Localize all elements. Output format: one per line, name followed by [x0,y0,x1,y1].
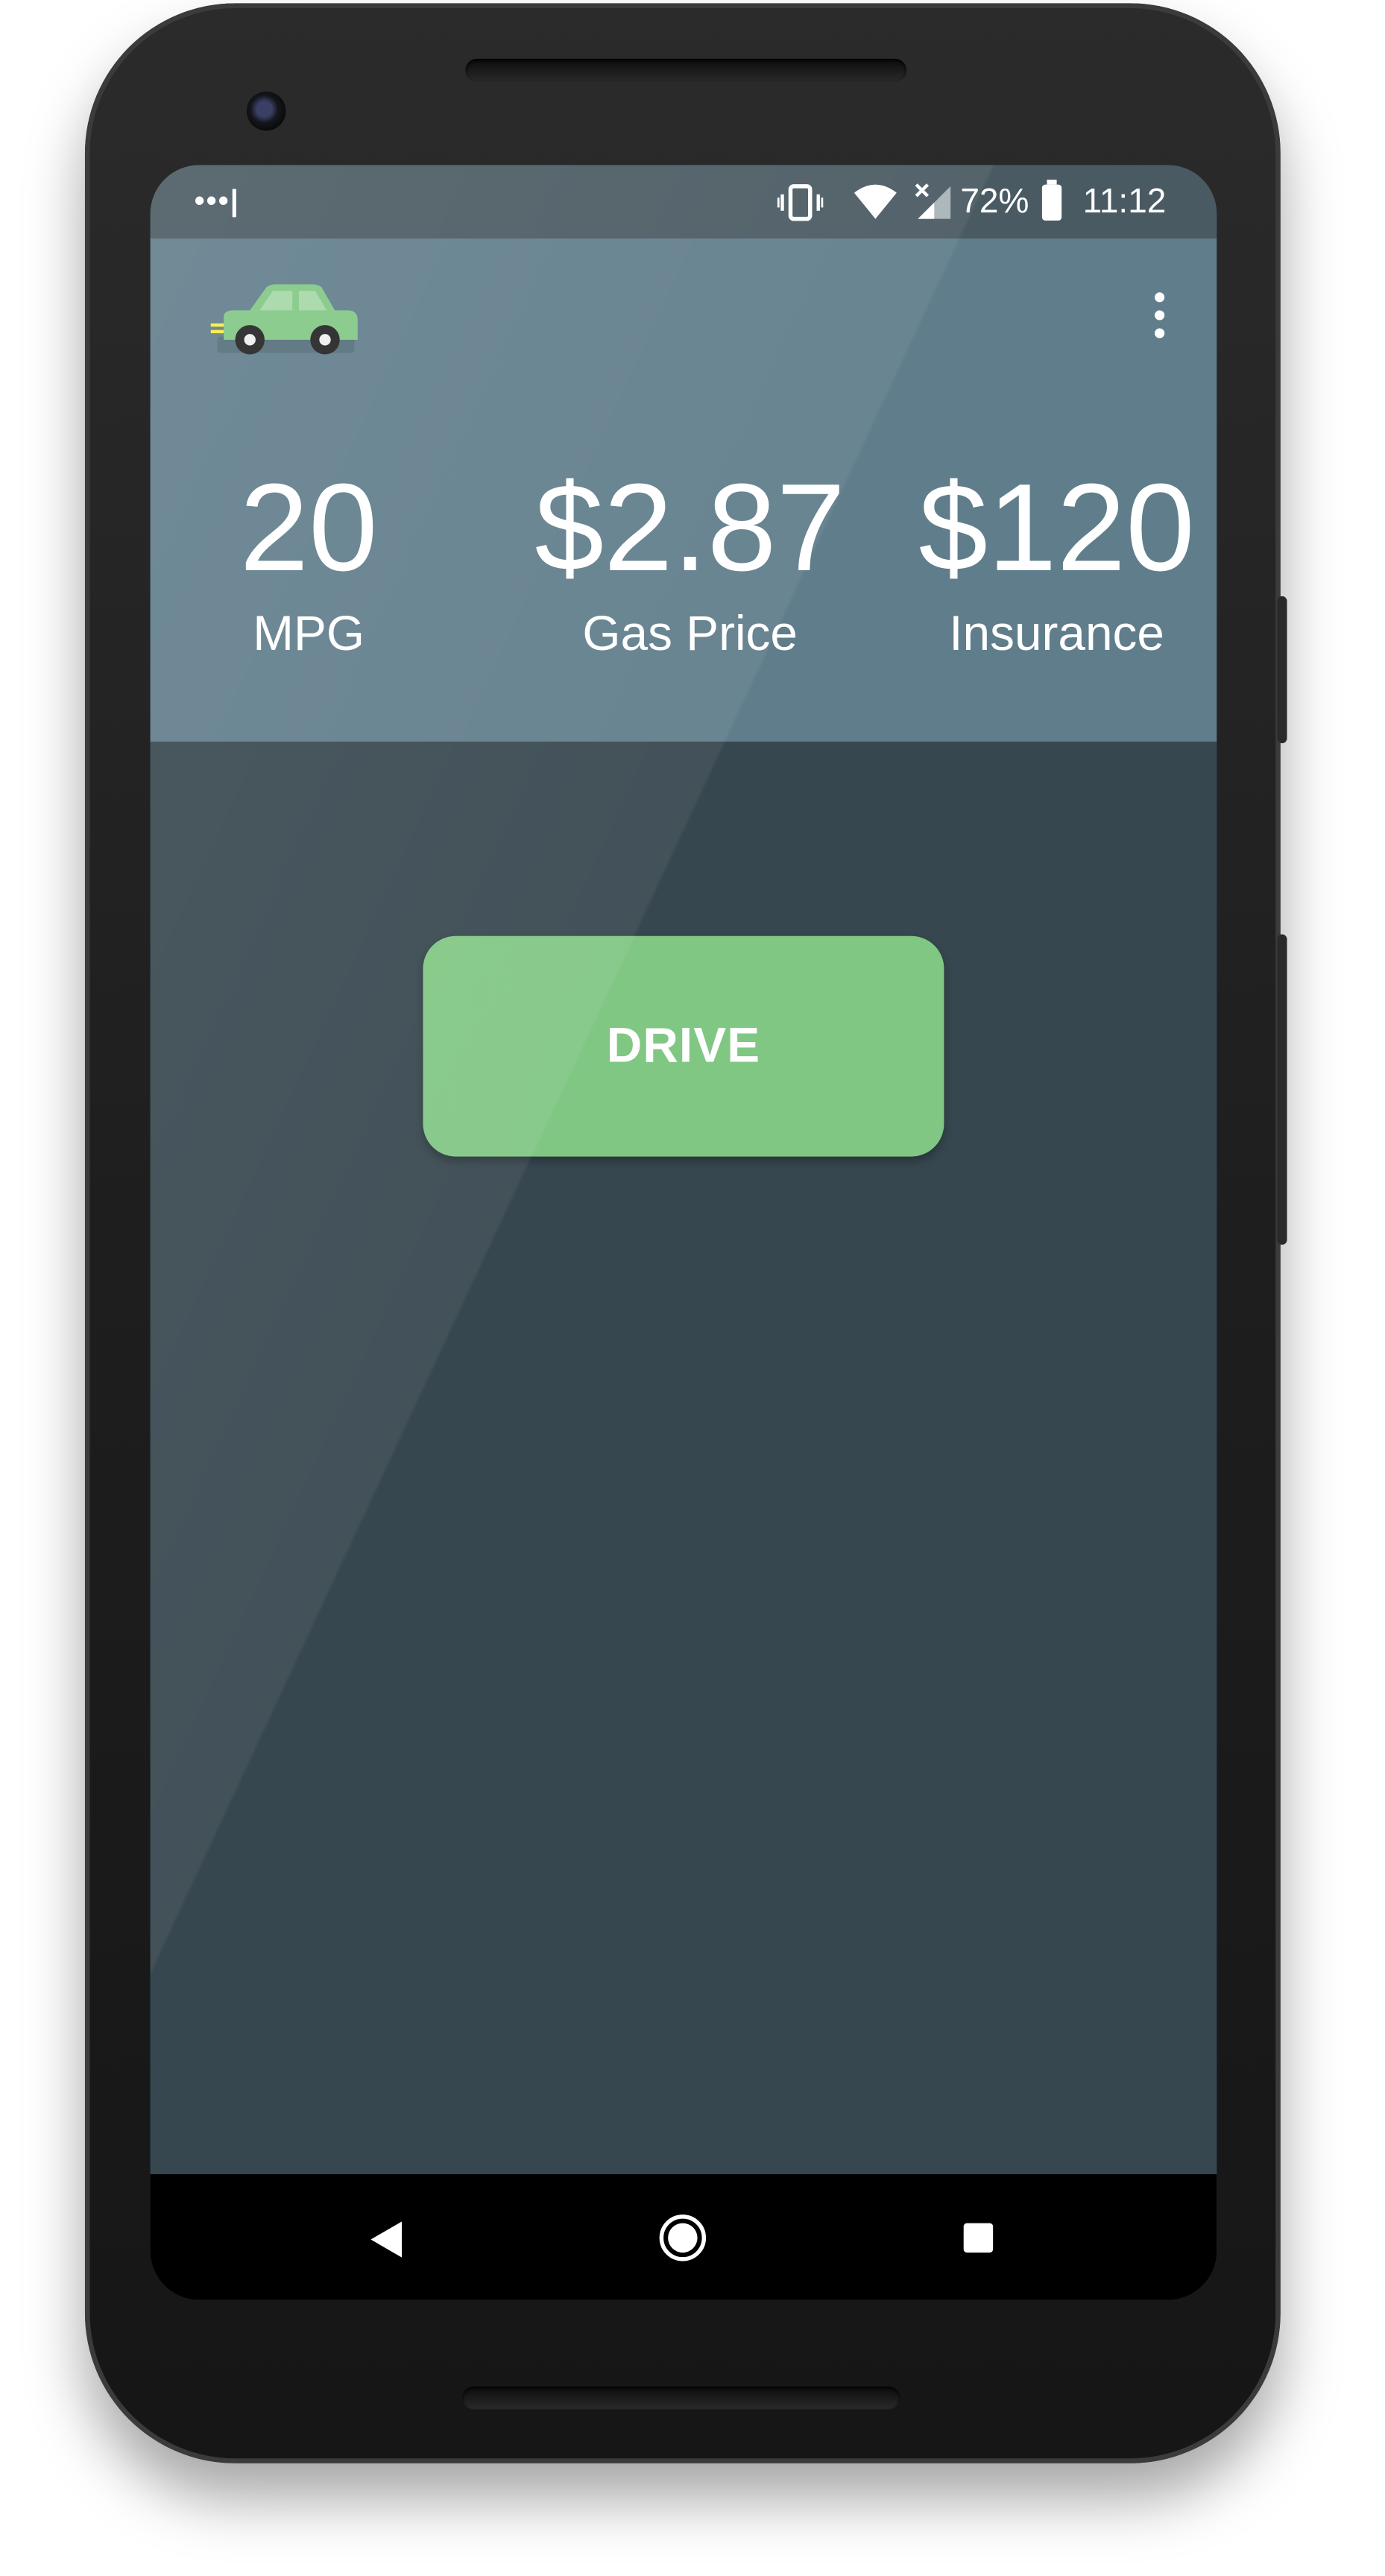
overflow-menu-icon[interactable] [1152,292,1168,341]
status-bar: •••| 72% 11:12 [150,165,1217,239]
gas-price-value: $2.87 [534,458,846,599]
battery-percent: 72% [960,183,1029,221]
wifi-icon [854,184,897,219]
insurance-value: $120 [918,458,1195,599]
recents-icon[interactable] [963,2223,994,2253]
battery-icon [1041,180,1062,221]
insurance-label: Insurance [949,607,1164,662]
gas-price-label: Gas Price [582,607,798,662]
navigation-bar [150,2174,1217,2300]
bottom-speaker [462,2386,900,2410]
drive-button[interactable]: DRIVE [423,935,944,1157]
mpg-value: 20 [239,458,378,599]
status-clock: 11:12 [1082,183,1167,221]
vibrate-icon [777,184,824,221]
volume-rocker [1277,934,1287,1245]
carrier-indicator: •••| [194,184,240,218]
side-button [1277,596,1287,744]
cell-signal-icon [915,183,951,219]
app-screen: •••| 72% 11:12 20 MPG $2.87 Gas Price $1… [150,165,1217,2300]
device-mockup: •••| 72% 11:12 20 MPG $2.87 Gas Price $1… [0,0,1385,2576]
back-icon[interactable] [370,2221,403,2258]
car-icon [210,284,358,355]
home-icon[interactable] [658,2213,707,2262]
earpiece-speaker [465,58,907,82]
front-camera [246,91,286,131]
mpg-label: MPG [253,607,365,662]
